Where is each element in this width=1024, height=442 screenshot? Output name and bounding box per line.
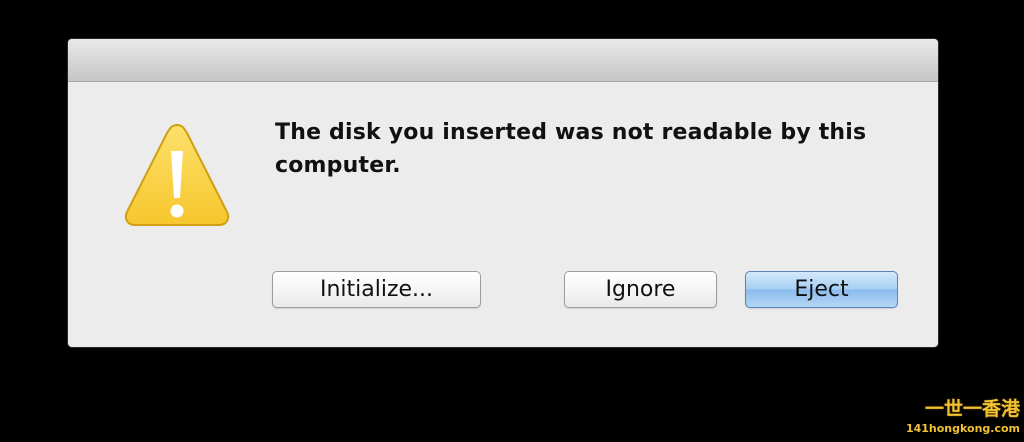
site-watermark: 一世一香港 141hongkong.com: [896, 398, 1020, 438]
dialog-title-bar[interactable]: [68, 39, 938, 82]
eject-button[interactable]: Eject: [745, 271, 898, 308]
warning-triangle-icon: [124, 123, 230, 226]
watermark-logo-text: 一世一香港: [924, 398, 1020, 420]
alert-message: The disk you inserted was not readable b…: [275, 120, 867, 178]
ignore-button[interactable]: Ignore: [564, 271, 717, 308]
screen: The disk you inserted was not readable b…: [0, 0, 1024, 442]
initialize-button[interactable]: Initialize...: [272, 271, 481, 308]
alert-dialog: The disk you inserted was not readable b…: [68, 39, 938, 347]
watermark-url: 141hongkong.com: [905, 422, 1020, 435]
